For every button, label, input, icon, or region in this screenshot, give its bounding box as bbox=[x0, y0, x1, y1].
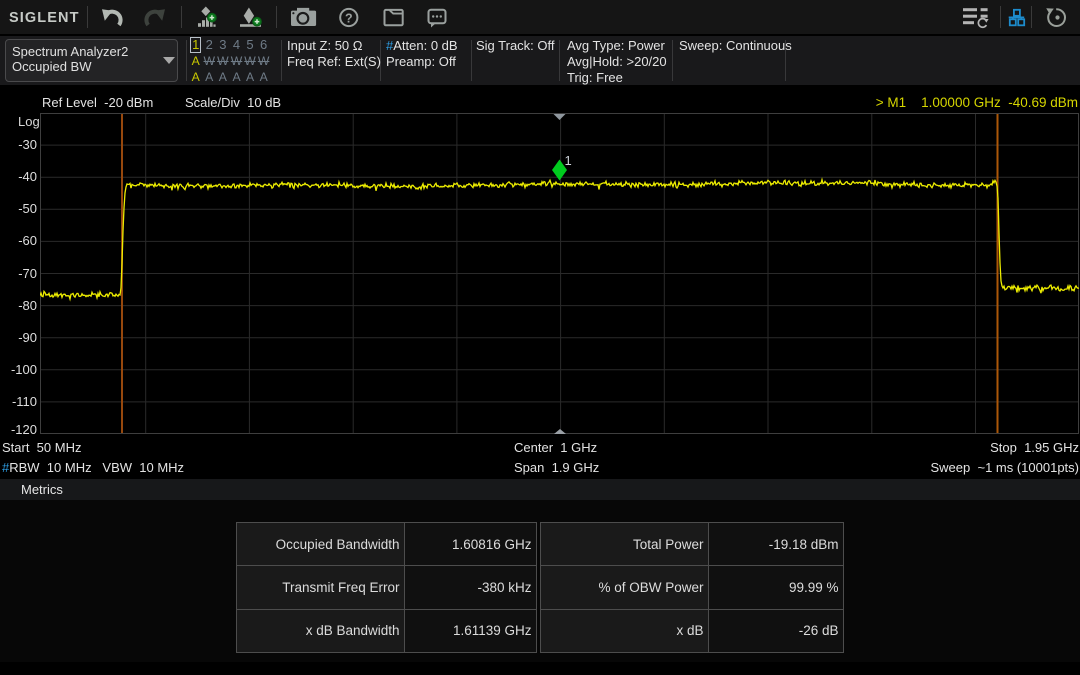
svg-text:1: 1 bbox=[565, 153, 572, 168]
svg-text:?: ? bbox=[345, 11, 353, 25]
